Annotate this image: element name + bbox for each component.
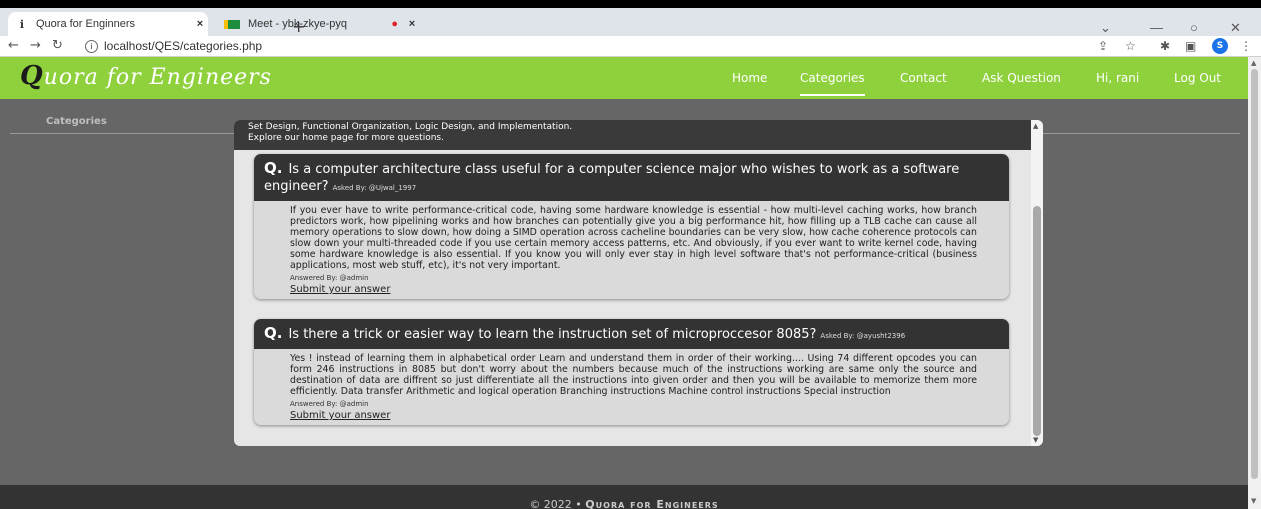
asked-by: Asked By: @ayusht2396: [820, 332, 906, 340]
answer-text: Yes ! instead of learning them in alphab…: [290, 353, 977, 397]
answer-body: If you ever have to write performance-cr…: [254, 201, 1009, 299]
nav-contact[interactable]: Contact: [900, 71, 947, 85]
question-card: Q. Is a computer architecture class usefu…: [254, 154, 1009, 299]
url-field[interactable]: i localhost/QES/categories.php: [85, 39, 263, 54]
scroll-up-icon[interactable]: ▲: [1251, 59, 1256, 67]
minimize-icon[interactable]: —: [1150, 20, 1163, 35]
url-text: localhost/QES/categories.php: [104, 39, 263, 53]
back-icon[interactable]: ←: [8, 38, 19, 53]
forward-icon[interactable]: →: [30, 38, 41, 53]
category-modal: Set Design, Functional Organization, Log…: [234, 120, 1043, 446]
recording-dot-icon: ●: [391, 18, 398, 30]
modal-scrollbar[interactable]: ▲ ▼: [1031, 120, 1043, 446]
nav-ask-question[interactable]: Ask Question: [982, 71, 1061, 85]
question-header: Q. Is there a trick or easier way to lear…: [254, 319, 1009, 349]
submit-answer-link[interactable]: Submit your answer: [290, 410, 390, 421]
answer-text: If you ever have to write performance-cr…: [290, 205, 977, 271]
scroll-down-icon[interactable]: ▼: [1251, 497, 1256, 505]
reload-icon[interactable]: ↻: [52, 38, 63, 53]
tab-quora[interactable]: ℹ Quora for Enginners ×: [8, 12, 208, 36]
modal-body: Q. Is a computer architecture class usefu…: [234, 150, 1031, 446]
asked-by: Asked By: @Ujwal_1997: [332, 184, 417, 192]
scroll-down-icon[interactable]: ▼: [1033, 436, 1038, 444]
side-panel-icon[interactable]: ▣: [1185, 39, 1196, 53]
tab-title: Meet - ybk-zkye-pyq: [248, 18, 348, 30]
footer: © 2022 • Quora for Engineers: [0, 485, 1248, 509]
new-tab-button[interactable]: +: [292, 17, 305, 36]
answer-body: Yes ! instead of learning them in alphab…: [254, 349, 1009, 425]
categories-heading: Categories: [46, 116, 107, 127]
top-strip: [0, 0, 1261, 8]
question-mark-icon: Q.: [264, 159, 283, 177]
meet-icon: [224, 19, 240, 29]
scroll-up-icon[interactable]: ▲: [1033, 122, 1038, 130]
question-header: Q. Is a computer architecture class usefu…: [254, 154, 1009, 201]
tab-favicon-icon: ℹ: [19, 18, 25, 31]
tab-meet[interactable]: Meet - ybk-zkye-pyq ● ×: [210, 12, 420, 36]
brand-logo[interactable]: Quora for Engineers: [20, 61, 272, 91]
modal-scroll-thumb[interactable]: [1033, 206, 1041, 436]
question-mark-icon: Q.: [264, 324, 283, 342]
profile-avatar[interactable]: S: [1212, 38, 1228, 54]
close-tab-icon[interactable]: ×: [192, 18, 208, 30]
nav-user-greeting[interactable]: Hi, rani: [1096, 71, 1139, 85]
footer-brand: Quora for Engineers: [585, 498, 719, 509]
answered-by: Answered By: @admin: [290, 400, 369, 408]
close-tab-icon[interactable]: ×: [404, 18, 420, 30]
modal-description: Set Design, Functional Organization, Log…: [234, 120, 1031, 150]
page-scroll-thumb[interactable]: [1251, 69, 1258, 479]
extensions-icon[interactable]: ✱: [1160, 39, 1170, 53]
maximize-icon[interactable]: ○: [1190, 20, 1198, 35]
tab-bar: ℹ Quora for Enginners × Meet - ybk-zkye-…: [0, 8, 1261, 36]
question-title[interactable]: Is there a trick or easier way to learn …: [288, 327, 816, 342]
tab-title: Quora for Enginners: [36, 18, 136, 30]
nav-categories[interactable]: Categories: [800, 71, 865, 96]
site-info-icon[interactable]: i: [85, 40, 98, 54]
bookmark-star-icon[interactable]: ☆: [1125, 39, 1136, 53]
menu-icon[interactable]: ⋮: [1240, 39, 1252, 53]
question-card: Q. Is there a trick or easier way to lear…: [254, 319, 1009, 425]
answered-by: Answered By: @admin: [290, 274, 369, 282]
submit-answer-link[interactable]: Submit your answer: [290, 284, 390, 295]
nav-home[interactable]: Home: [732, 71, 767, 85]
close-window-icon[interactable]: ✕: [1230, 20, 1241, 36]
nav-log-out[interactable]: Log Out: [1174, 71, 1221, 85]
share-icon[interactable]: ⇪: [1098, 39, 1108, 53]
footer-copyright: © 2022 •: [529, 498, 582, 509]
navbar: Quora for Engineers Home Categories Cont…: [0, 57, 1248, 99]
page-scrollbar[interactable]: ▲ ▼: [1248, 57, 1261, 509]
tab-search-icon[interactable]: ⌄: [1100, 20, 1111, 36]
address-bar: ← → ↻ i localhost/QES/categories.php ⇪ ☆ …: [0, 36, 1261, 57]
